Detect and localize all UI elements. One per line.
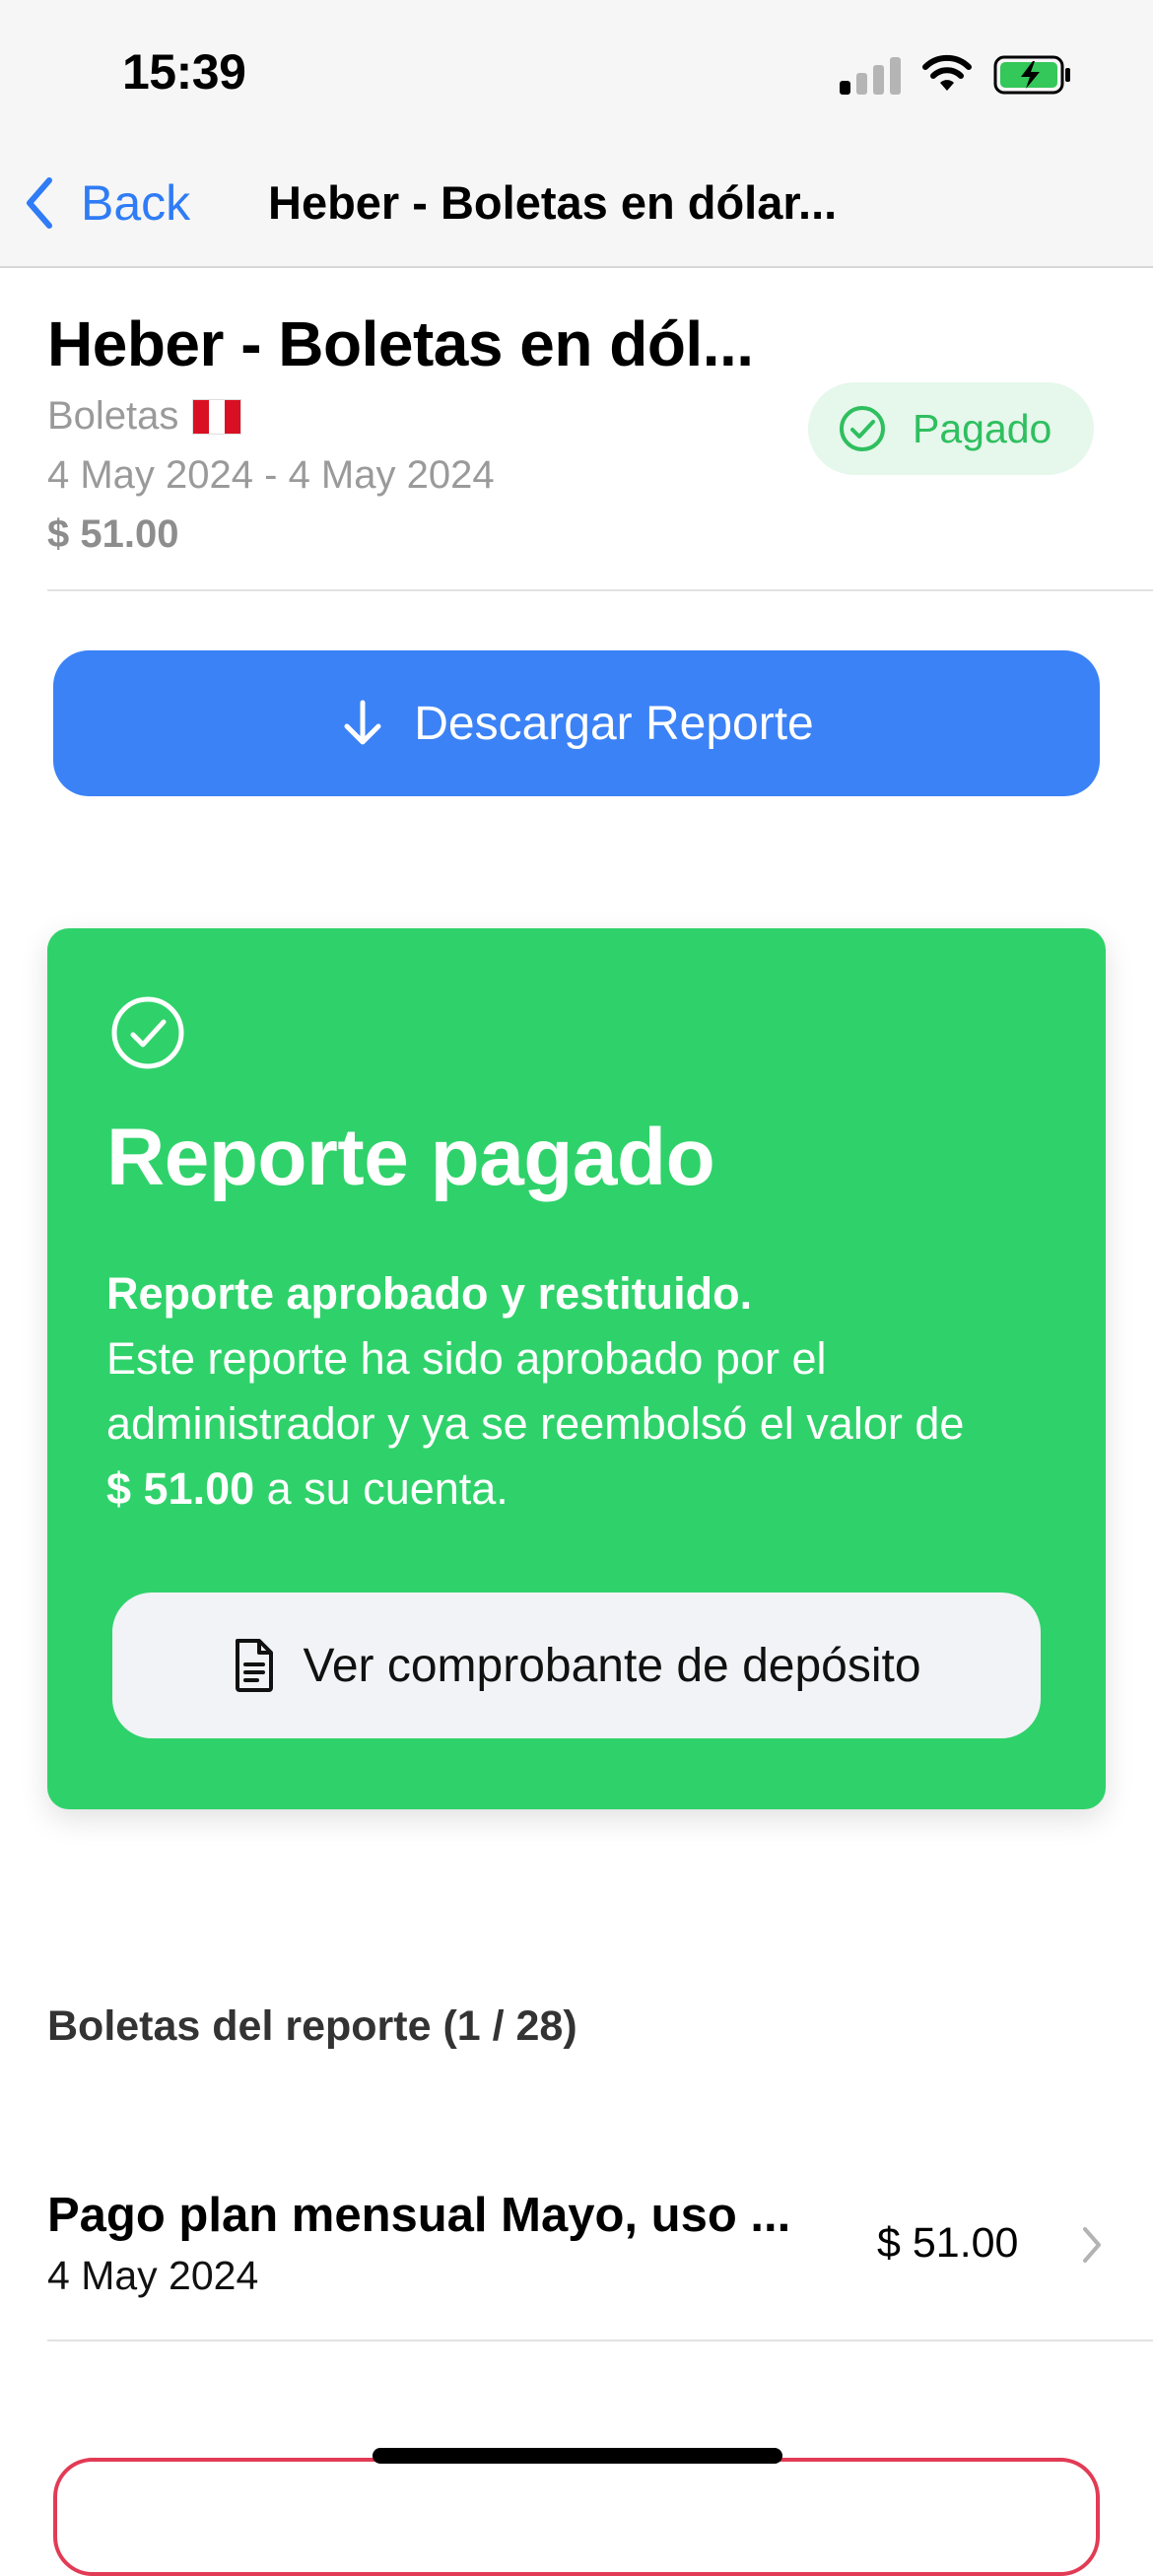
- cellular-signal-icon: [840, 55, 903, 95]
- view-deposit-proof-label: Ver comprobante de depósito: [303, 1639, 921, 1692]
- check-circle-icon: [840, 406, 885, 451]
- category-label: Boletas: [47, 394, 179, 438]
- paid-card-text: Este reporte ha sido aprobado por el adm…: [106, 1333, 965, 1449]
- paid-card-amount: $ 51.00: [106, 1463, 255, 1514]
- paid-card-title: Reporte pagado: [106, 1113, 715, 1202]
- download-report-label: Descargar Reporte: [414, 697, 814, 750]
- arrow-down-icon: [344, 700, 381, 745]
- wifi-icon: [922, 54, 972, 91]
- home-indicator: [373, 2448, 782, 2464]
- check-circle-icon: [111, 996, 184, 1069]
- delete-report-button[interactable]: [53, 2458, 1100, 2576]
- document-icon: [236, 1639, 274, 1692]
- report-dates: 4 May 2024 - 4 May 2024: [47, 453, 495, 497]
- paid-card-subtitle: Reporte aprobado y restituido.: [106, 1268, 753, 1319]
- view-deposit-proof-button[interactable]: Ver comprobante de depósito: [112, 1593, 1041, 1738]
- peru-flag-icon: [192, 398, 242, 435]
- status-label: Pagado: [913, 405, 1052, 451]
- report-category: Boletas: [47, 394, 242, 439]
- battery-charging-icon: [993, 55, 1070, 95]
- receipts-section-title: Boletas del reporte (1 / 28): [47, 2002, 577, 2050]
- receipt-title: Pago plan mensual Mayo, uso ...: [47, 2189, 791, 2242]
- paid-card-text-end: a su cuenta.: [254, 1463, 509, 1514]
- status-bar: 15:39: [0, 0, 1153, 148]
- back-button[interactable]: Back: [24, 173, 190, 233]
- receipt-amount: $ 51.00: [877, 2219, 1019, 2267]
- paid-report-card: Reporte pagado Reporte aprobado y restit…: [47, 928, 1106, 1809]
- chevron-left-icon: [27, 177, 52, 229]
- report-amount: $ 51.00: [47, 512, 179, 556]
- nav-title: Heber - Boletas en dólar...: [268, 176, 838, 229]
- report-header: Heber - Boletas en dól... Boletas 4 May …: [47, 268, 1153, 591]
- report-title: Heber - Boletas en dól...: [47, 308, 754, 379]
- status-badge: Pagado: [808, 382, 1094, 475]
- paid-card-description: Reporte aprobado y restituido. Este repo…: [106, 1261, 1082, 1522]
- status-time: 15:39: [122, 44, 246, 100]
- download-report-button[interactable]: Descargar Reporte: [53, 650, 1100, 796]
- navigation-bar: Back Heber - Boletas en dólar...: [0, 148, 1153, 268]
- chevron-right-icon: [1083, 2227, 1101, 2263]
- back-label: Back: [81, 175, 191, 231]
- receipt-date: 4 May 2024: [47, 2253, 259, 2298]
- receipt-list-item[interactable]: Pago plan mensual Mayo, uso ... 4 May 20…: [47, 2168, 1153, 2341]
